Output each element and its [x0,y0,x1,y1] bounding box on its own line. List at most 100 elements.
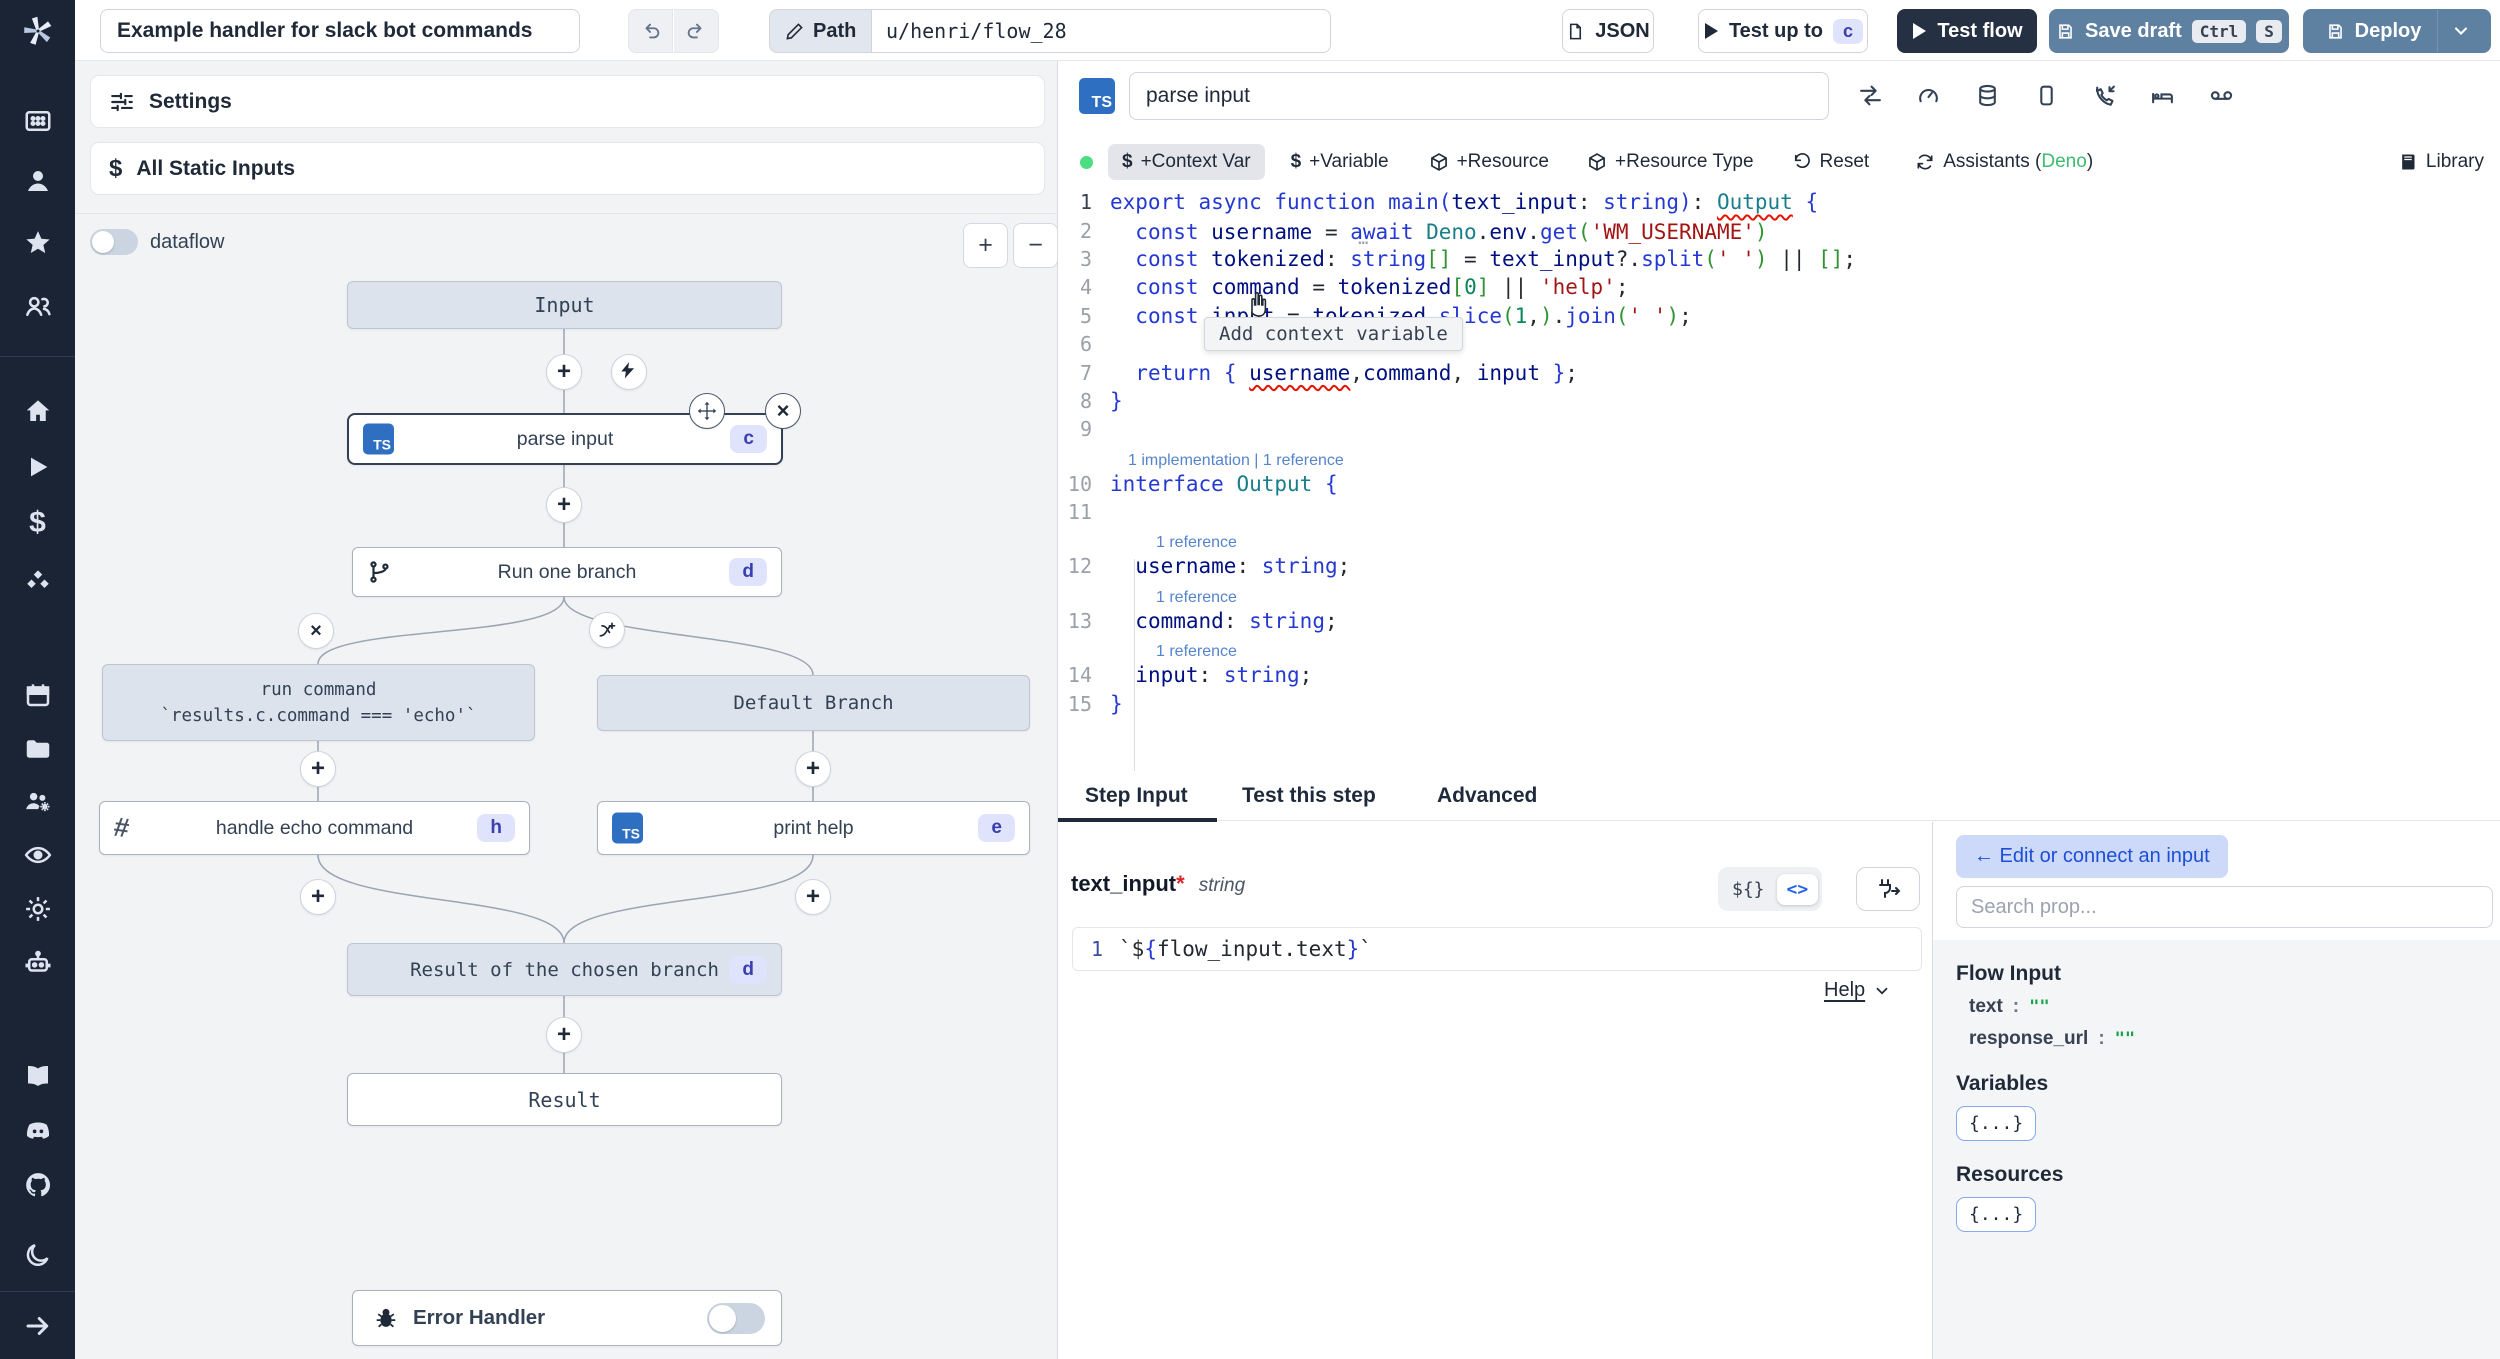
code-line-3[interactable]: 3 const tokenized: string[] = text_input… [1058,245,2500,273]
expression-editor[interactable]: 1 `${flow_input.text}` [1072,927,1922,971]
save-draft-button[interactable]: Save draft Ctrl S [2049,9,2289,53]
settings-gear-icon[interactable] [23,894,53,924]
code-line-13[interactable]: 13 command: string; [1058,607,2500,635]
deploy-dropdown-button[interactable] [2438,10,2484,52]
early-stop-gauge-icon[interactable] [1916,83,1941,108]
code-mode-button[interactable]: <> [1776,873,1819,905]
tab-test-this-step[interactable]: Test this step [1242,771,1376,821]
resources-object-chip[interactable]: {...} [1956,1197,2037,1232]
discord-icon[interactable] [22,1116,54,1146]
flow-node-default-branch[interactable]: Default Branch [597,675,1030,731]
add-step-button[interactable]: + [546,487,582,523]
error-handler-toggle[interactable] [707,1303,765,1334]
add-step-button[interactable]: + [546,354,582,390]
dark-mode-moon-icon[interactable] [23,1240,53,1270]
home-icon[interactable] [23,396,53,426]
github-icon[interactable] [23,1170,53,1200]
cache-database-icon[interactable] [1975,83,2000,108]
flow-node-chosen-result[interactable]: Result of the chosen branch d [347,943,782,996]
add-resource-button[interactable]: +Resource [1429,151,1549,173]
delete-step-button[interactable]: × [765,393,801,429]
code-line-10[interactable]: 10 interface Output { [1058,470,2500,498]
schedules-calendar-icon[interactable] [23,680,53,710]
code-line-9[interactable]: 9 [1058,415,2500,443]
add-step-button[interactable]: + [300,879,336,915]
codelens[interactable]: 1 implementation | 1 reference [1058,444,2500,470]
assistants-button[interactable]: Assistants (Deno) [1915,151,2093,173]
flow-node-input[interactable]: Input [347,281,782,329]
code-line-7[interactable]: 7 return { username,command, input }; [1058,358,2500,386]
expand-sidebar-arrow-icon[interactable] [23,1311,53,1341]
flow-node-print-help[interactable]: TS print help e [597,801,1030,855]
template-mode-button[interactable]: ${} [1722,874,1775,905]
mock-voicemail-icon[interactable] [2208,83,2235,108]
undo-button[interactable] [628,9,673,53]
prop-row-text[interactable]: text: "" [1969,996,2500,1018]
variables-dollar-icon[interactable]: $ [29,506,46,540]
variables-object-chip[interactable]: {...} [1956,1106,2037,1141]
workspace-icon[interactable] [23,106,53,136]
add-step-button[interactable]: + [795,879,831,915]
add-step-button[interactable]: + [300,751,336,787]
prop-row-response-url[interactable]: response_url: "" [1969,1028,2500,1050]
path-input[interactable] [871,9,1331,53]
audit-eye-icon[interactable] [22,840,54,870]
sleep-bed-icon[interactable] [2150,83,2175,108]
tab-advanced[interactable]: Advanced [1437,771,1537,821]
reset-button[interactable]: Reset [1792,151,1869,173]
windmill-logo-icon[interactable] [0,0,75,61]
flow-title-input[interactable] [100,9,580,53]
multiplayer-users-icon[interactable] [22,291,54,321]
code-line-15[interactable]: 15} [1058,689,2500,717]
code-editor[interactable]: 1 export async function main(text_input: … [1058,188,2500,773]
folders-icon[interactable] [23,734,53,764]
concurrency-rectangle-icon[interactable] [2034,83,2059,108]
codelens[interactable]: 1 reference [1058,526,2500,552]
runs-play-icon[interactable] [24,453,52,481]
flow-node-run-one-branch[interactable]: Run one branch d [352,547,782,597]
flow-canvas[interactable]: Settings $ All Static Inputs dataflow + … [75,61,1058,1359]
step-name-input[interactable] [1129,72,1829,120]
code-line-12[interactable]: 12 username: string; [1058,552,2500,580]
code-line-8[interactable]: 8} [1058,387,2500,415]
help-link[interactable]: Help [1824,979,1891,1002]
suspend-phone-icon[interactable] [2092,83,2117,108]
remove-branch-button[interactable]: × [298,613,334,649]
test-up-to-button[interactable]: Test up to c [1698,9,1868,53]
error-handler-node[interactable]: Error Handler [352,1290,782,1346]
json-button[interactable]: JSON [1562,9,1654,53]
docs-book-icon[interactable] [22,1061,54,1091]
codelens[interactable]: 1 reference [1058,581,2500,607]
add-step-button[interactable]: + [795,751,831,787]
prop-search-input[interactable] [1956,886,2493,928]
add-step-button[interactable]: + [546,1017,582,1053]
favorites-star-icon[interactable] [23,228,53,258]
edit-or-connect-button[interactable]: ← Edit or connect an input [1956,835,2228,878]
library-button[interactable]: Library [2398,151,2484,173]
code-line-1[interactable]: 1 export async function main(text_input: … [1058,188,2500,216]
groups-gear-icon[interactable] [22,786,54,816]
test-flow-button[interactable]: Test flow [1897,9,2037,53]
code-line-4[interactable]: 4 const command = tokenized[0] || 'help'… [1058,273,2500,301]
add-resource-type-button[interactable]: +Resource Type [1587,151,1754,173]
code-line-2[interactable]: 2 const username = await Deno.env.get('W… [1058,216,2500,245]
add-context-var-button[interactable]: $ +Context Var [1108,144,1265,180]
deploy-button[interactable]: Deploy [2303,9,2491,53]
deploy-main[interactable]: Deploy [2310,10,2439,52]
redo-button[interactable] [674,9,719,53]
move-step-button[interactable] [689,393,725,429]
flow-node-result[interactable]: Result [347,1073,782,1126]
workers-robot-icon[interactable] [22,948,54,978]
retries-repeat-icon[interactable] [1858,83,1883,108]
flow-node-branch-predicate[interactable]: run command `results.c.command === 'echo… [102,664,535,741]
user-icon[interactable] [23,166,53,196]
add-branch-button[interactable] [589,612,625,648]
code-line-14[interactable]: 14 input: string; [1058,661,2500,689]
tab-step-input[interactable]: Step Input [1085,771,1188,821]
trigger-bolt-button[interactable] [611,354,647,390]
resources-cubes-icon[interactable] [22,566,54,596]
connect-input-plug-button[interactable] [1856,867,1920,911]
add-variable-button[interactable]: $ +Variable [1291,151,1389,173]
flow-node-handle-echo[interactable]: # handle echo command h [99,801,530,855]
codelens[interactable]: 1 reference [1058,635,2500,661]
